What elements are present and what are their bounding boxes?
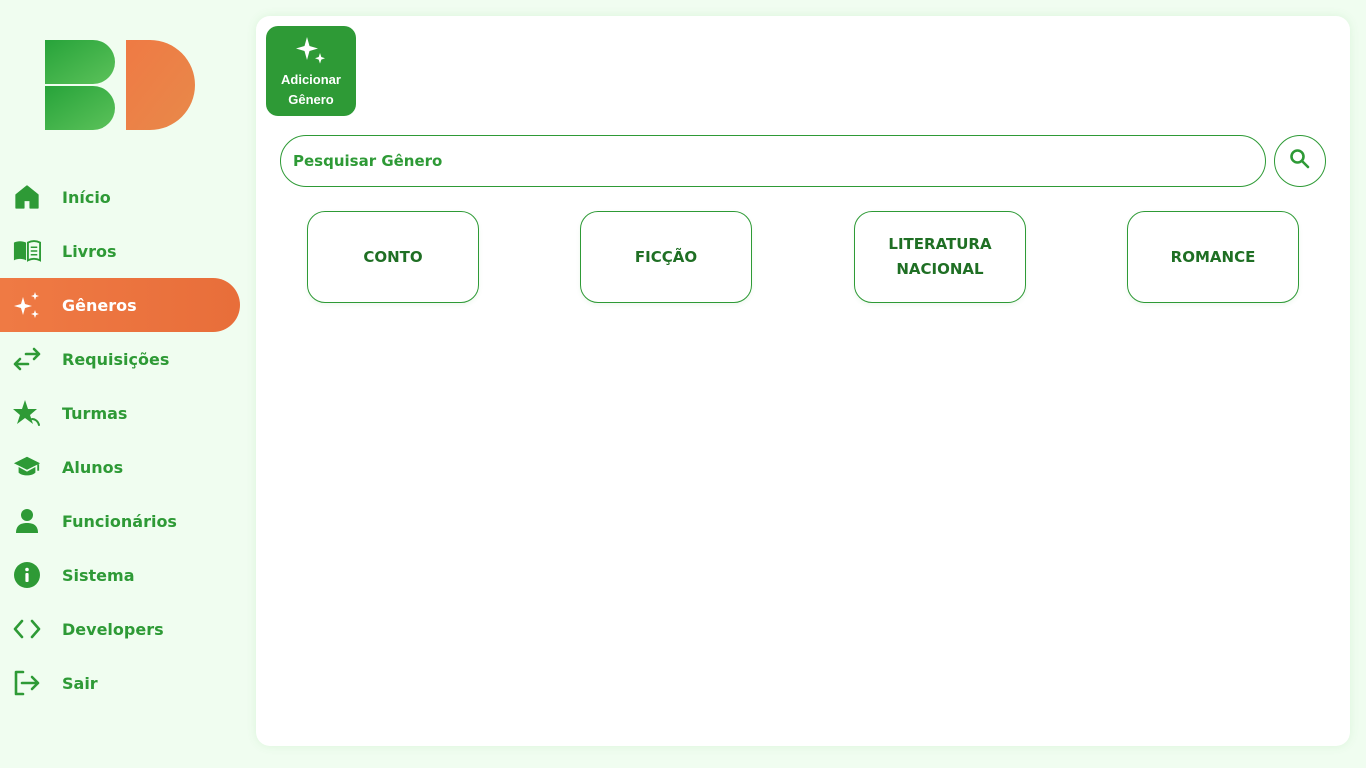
add-genre-label-line2: Gênero: [288, 92, 334, 107]
sidebar-item-label: Alunos: [62, 457, 124, 477]
sidebar-item-sair[interactable]: Sair: [0, 656, 240, 710]
sidebar-item-label: Funcionários: [62, 511, 177, 531]
sidebar-item-funcionarios[interactable]: Funcionários: [0, 494, 240, 548]
genre-card[interactable]: FICÇÃO: [580, 211, 752, 303]
book-icon: [13, 237, 41, 265]
sidebar-item-developers[interactable]: Developers: [0, 602, 240, 656]
sidebar-item-label: Sistema: [62, 565, 135, 585]
genre-card-label: ROMANCE: [1170, 247, 1256, 266]
sidebar-item-label: Livros: [62, 241, 117, 261]
sidebar-item-label: Início: [62, 187, 111, 207]
sidebar-item-label: Turmas: [62, 403, 128, 423]
genre-card[interactable]: ROMANCE: [1127, 211, 1299, 303]
search-button[interactable]: [1274, 135, 1326, 187]
logout-icon: [13, 669, 41, 697]
sidebar-item-sistema[interactable]: Sistema: [0, 548, 240, 602]
bd-logo-icon: [45, 40, 195, 130]
code-icon: [13, 615, 41, 643]
genre-card[interactable]: LITERATURA NACIONAL: [854, 211, 1026, 303]
graduation-cap-icon: [13, 453, 41, 481]
app: Início Livros Gêneros Requisições Turmas…: [0, 0, 1366, 768]
sidebar-item-label: Requisições: [62, 349, 170, 369]
add-genre-button[interactable]: Adicionar Gênero: [266, 26, 356, 116]
swap-arrows-icon: [13, 345, 41, 373]
sparkles-icon: [13, 291, 41, 319]
sidebar-item-alunos[interactable]: Alunos: [0, 440, 240, 494]
genre-card-label: LITERATURA NACIONAL: [888, 235, 992, 278]
sidebar-item-turmas[interactable]: Turmas: [0, 386, 240, 440]
search-input[interactable]: [280, 135, 1266, 187]
genre-card-label: FICÇÃO: [634, 247, 698, 266]
home-icon: [13, 183, 41, 211]
sidebar-item-label: Gêneros: [62, 295, 137, 315]
genre-card-label: CONTO: [363, 247, 423, 266]
star-icon: [13, 399, 41, 427]
info-icon: [13, 561, 41, 589]
sidebar-item-livros[interactable]: Livros: [0, 224, 240, 278]
main-panel: Adicionar Gênero CONTO FICÇÃO LITERATURA…: [256, 16, 1350, 746]
sparkles-icon: [294, 35, 328, 69]
search-icon: [1289, 148, 1311, 174]
sidebar-item-requisicoes[interactable]: Requisições: [0, 332, 240, 386]
person-icon: [13, 507, 41, 535]
genre-card[interactable]: CONTO: [307, 211, 479, 303]
sidebar-item-label: Sair: [62, 673, 98, 693]
sidebar-item-generos[interactable]: Gêneros: [0, 278, 240, 332]
sidebar: Início Livros Gêneros Requisições Turmas…: [0, 0, 248, 768]
sidebar-nav: Início Livros Gêneros Requisições Turmas…: [0, 170, 240, 710]
add-genre-label-line1: Adicionar: [281, 72, 341, 87]
sidebar-item-label: Developers: [62, 619, 164, 639]
sidebar-item-inicio[interactable]: Início: [0, 170, 240, 224]
logo[interactable]: [45, 40, 195, 130]
